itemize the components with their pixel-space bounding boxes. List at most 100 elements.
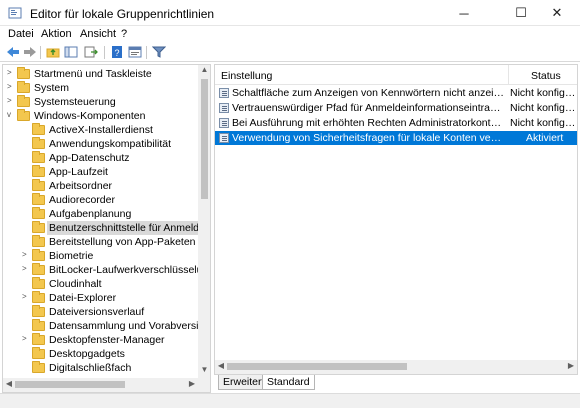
tree-item-label: Desktopfenster-Manager bbox=[49, 334, 165, 346]
setting-name: Bei Ausführung mit erhöhten Rechten Admi… bbox=[232, 117, 504, 129]
scroll-right-icon[interactable]: ▶ bbox=[186, 379, 198, 388]
chevron-down-icon[interactable]: v bbox=[7, 110, 15, 119]
folder-icon bbox=[32, 291, 45, 303]
properties-icon[interactable] bbox=[126, 44, 144, 60]
policy-tree[interactable]: > Startmenü und Taskleiste > System > Systems… bbox=[2, 64, 211, 393]
tree-item-label: Cloudinhalt bbox=[49, 278, 102, 290]
chevron-right-icon[interactable]: > bbox=[22, 264, 30, 273]
scroll-left-icon[interactable]: ◀ bbox=[3, 379, 15, 388]
tree-item[interactable]: > Startmenü und Taskleiste bbox=[3, 67, 201, 81]
folder-icon bbox=[17, 95, 30, 107]
tree-item-label: Aufgabenplanung bbox=[49, 208, 132, 220]
tree-item[interactable]: App-Datenschutz bbox=[3, 151, 201, 165]
tree-item-label: App-Datenschutz bbox=[49, 152, 130, 164]
tree-item[interactable]: Datensammlung und Vorabversionen bbox=[3, 319, 210, 333]
close-button[interactable]: ✕ bbox=[534, 0, 580, 26]
tree-item[interactable]: Benutzerschnittstelle für Anmeldeinfo bbox=[3, 221, 210, 235]
scrollbar-thumb[interactable] bbox=[227, 363, 407, 370]
group-policy-app-icon bbox=[8, 7, 22, 19]
scroll-left-icon[interactable]: ◀ bbox=[215, 361, 227, 370]
chevron-right-icon[interactable]: > bbox=[22, 292, 30, 301]
window-title: Editor für lokale Gruppenrichtlinien bbox=[30, 7, 215, 21]
policy-setting-icon bbox=[219, 133, 229, 143]
scrollbar-thumb[interactable] bbox=[201, 79, 208, 199]
toolbar-separator bbox=[146, 46, 147, 59]
help-icon[interactable]: ? bbox=[108, 44, 126, 60]
tree-item[interactable]: v Windows-Komponenten bbox=[3, 109, 201, 123]
tree-item-label: Bereitstellung von App-Paketen bbox=[49, 236, 196, 248]
policy-setting-icon bbox=[219, 118, 229, 128]
menu-aktion[interactable]: Aktion bbox=[41, 28, 72, 40]
tree-item-label: Startmenü und Taskleiste bbox=[34, 68, 152, 80]
tree-vertical-scrollbar[interactable]: ▲ ▼ bbox=[198, 65, 210, 378]
policy-setting-icon bbox=[219, 103, 229, 113]
chevron-right-icon[interactable]: > bbox=[7, 82, 15, 91]
minimize-button[interactable]: ─ bbox=[441, 0, 487, 26]
tree-item-label: Anwendungskompatibilität bbox=[49, 138, 171, 150]
status-bar bbox=[0, 393, 580, 408]
forward-arrow-icon[interactable] bbox=[21, 44, 39, 60]
tree-item-label: Digitalschließfach bbox=[49, 362, 132, 374]
column-header-setting[interactable]: Einstellung bbox=[221, 70, 272, 82]
column-header-status[interactable]: Status bbox=[531, 70, 561, 82]
folder-up-icon[interactable] bbox=[44, 44, 62, 60]
tree-item[interactable]: Anwendungskompatibilität bbox=[3, 137, 201, 151]
folder-icon bbox=[17, 109, 30, 121]
chevron-right-icon[interactable]: > bbox=[22, 334, 30, 343]
tree-item-label: Benutzerschnittstelle für Anmeldeinfo bbox=[47, 221, 210, 235]
back-arrow-icon[interactable] bbox=[4, 44, 22, 60]
svg-text:?: ? bbox=[114, 48, 119, 58]
table-row[interactable]: Schaltfläche zum Anzeigen von Kennwörter… bbox=[215, 86, 577, 100]
tree-item[interactable]: Cloudinhalt bbox=[3, 277, 201, 291]
show-hide-tree-icon[interactable] bbox=[62, 44, 80, 60]
tree-item-label: Biometrie bbox=[49, 250, 94, 262]
folder-icon bbox=[17, 67, 30, 79]
settings-list[interactable]: Einstellung Status Schaltfläche zum Anze… bbox=[214, 64, 578, 375]
table-row[interactable]: Vertrauenswürdiger Pfad für Anmeldeinfor… bbox=[215, 101, 577, 115]
folder-icon bbox=[32, 221, 45, 233]
tree-item-label: Systemsteuerung bbox=[34, 96, 116, 108]
scrollbar-thumb[interactable] bbox=[15, 381, 125, 388]
menu-help[interactable]: ? bbox=[121, 28, 127, 40]
chevron-right-icon[interactable]: > bbox=[22, 250, 30, 259]
tree-item[interactable]: > Systemsteuerung bbox=[3, 95, 201, 109]
tree-item[interactable]: > Datei-Explorer bbox=[3, 291, 201, 305]
chevron-right-icon[interactable]: > bbox=[7, 68, 15, 77]
toolbar-separator bbox=[40, 46, 41, 59]
tree-item[interactable]: > Biometrie bbox=[3, 249, 201, 263]
tree-item[interactable]: Digitalschließfach bbox=[3, 361, 201, 375]
tree-item-label: Datei-Explorer bbox=[49, 292, 117, 304]
menu-ansicht[interactable]: Ansicht bbox=[80, 28, 116, 40]
tree-item[interactable]: Desktopgadgets bbox=[3, 347, 201, 361]
tree-item[interactable]: Bereitstellung von App-Paketen bbox=[3, 235, 201, 249]
toolbar: ? bbox=[0, 43, 580, 62]
tree-item[interactable]: App-Laufzeit bbox=[3, 165, 201, 179]
tree-item[interactable]: Arbeitsordner bbox=[3, 179, 201, 193]
folder-icon bbox=[32, 305, 45, 317]
scroll-up-icon[interactable]: ▲ bbox=[198, 65, 210, 77]
filter-icon[interactable] bbox=[150, 44, 168, 60]
table-row[interactable]: Bei Ausführung mit erhöhten Rechten Admi… bbox=[215, 116, 577, 130]
tree-item-label: Arbeitsordner bbox=[49, 180, 113, 192]
tree-item[interactable]: > Desktopfenster-Manager bbox=[3, 333, 201, 347]
tree-item[interactable]: > BitLocker-Laufwerkverschlüsselung bbox=[3, 263, 210, 277]
tree-item[interactable]: Aufgabenplanung bbox=[3, 207, 201, 221]
tab-standard[interactable]: Standard bbox=[262, 375, 315, 390]
chevron-right-icon[interactable]: > bbox=[7, 96, 15, 105]
folder-icon bbox=[32, 361, 45, 373]
folder-icon bbox=[32, 249, 45, 261]
menu-datei[interactable]: Datei bbox=[8, 28, 34, 40]
tree-item[interactable]: ActiveX-Installerdienst bbox=[3, 123, 201, 137]
scroll-down-icon[interactable]: ▼ bbox=[198, 365, 210, 377]
tree-item[interactable]: Audiorecorder bbox=[3, 193, 201, 207]
tree-horizontal-scrollbar[interactable]: ◀ ▶ bbox=[3, 378, 210, 392]
column-divider[interactable] bbox=[508, 65, 509, 85]
table-row[interactable]: Verwendung von Sicherheitsfragen für lok… bbox=[215, 131, 577, 145]
export-list-icon[interactable] bbox=[82, 44, 100, 60]
folder-icon bbox=[32, 207, 45, 219]
scroll-right-icon[interactable]: ▶ bbox=[565, 361, 577, 370]
tree-item-label: Windows-Komponenten bbox=[34, 110, 146, 122]
tree-item[interactable]: > System bbox=[3, 81, 201, 95]
list-horizontal-scrollbar[interactable]: ◀ ▶ bbox=[215, 360, 577, 374]
tree-item[interactable]: Dateiversionsverlauf bbox=[3, 305, 201, 319]
